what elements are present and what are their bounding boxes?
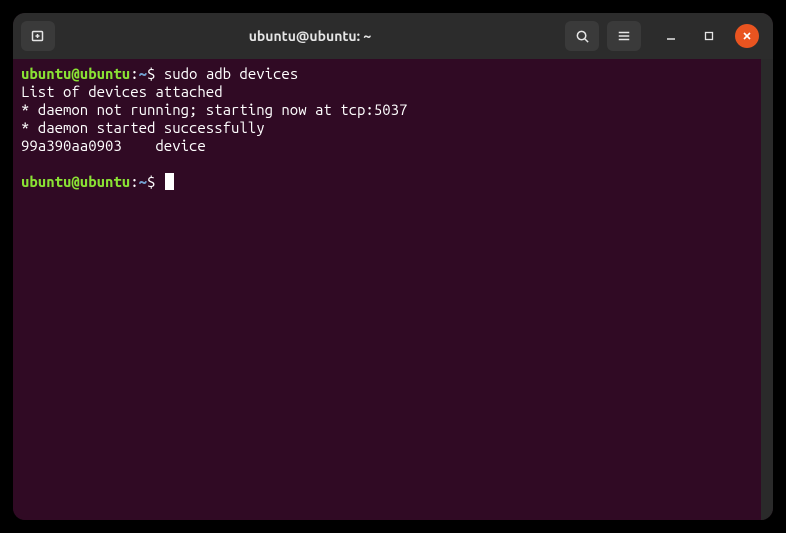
hamburger-icon bbox=[617, 29, 631, 43]
prompt-user-host: ubuntu@ubuntu bbox=[21, 173, 130, 190]
titlebar-left-controls bbox=[21, 21, 55, 51]
terminal-content[interactable]: ubuntu@ubuntu:~$ sudo adb devicesList of… bbox=[13, 59, 761, 520]
terminal-window: ubuntu@ubuntu: ~ bbox=[13, 13, 773, 520]
output-line: * daemon not running; starting now at tc… bbox=[21, 101, 753, 119]
prompt-path: ~ bbox=[139, 65, 147, 82]
blank-line bbox=[21, 155, 753, 173]
maximize-button[interactable] bbox=[697, 24, 721, 48]
maximize-icon bbox=[704, 31, 714, 41]
cursor bbox=[165, 173, 174, 190]
output-line: 99a390aa0903 device bbox=[21, 137, 753, 155]
prompt-user-host: ubuntu@ubuntu bbox=[21, 65, 130, 82]
minimize-button[interactable] bbox=[659, 24, 683, 48]
window-title: ubuntu@ubuntu: ~ bbox=[63, 28, 557, 44]
menu-button[interactable] bbox=[607, 21, 641, 51]
titlebar: ubuntu@ubuntu: ~ bbox=[13, 13, 773, 59]
new-tab-icon bbox=[30, 28, 46, 44]
prompt-separator: : bbox=[130, 173, 138, 190]
terminal-line: ubuntu@ubuntu:~$ sudo adb devices bbox=[21, 65, 753, 83]
prompt-separator: : bbox=[130, 65, 138, 82]
scrollbar[interactable] bbox=[761, 59, 773, 520]
prompt-symbol: $ bbox=[147, 173, 155, 190]
command-text: sudo adb devices bbox=[155, 65, 298, 82]
close-button[interactable] bbox=[735, 24, 759, 48]
output-line: * daemon started successfully bbox=[21, 119, 753, 137]
titlebar-right-controls bbox=[565, 21, 765, 51]
search-icon bbox=[575, 29, 590, 44]
output-line: List of devices attached bbox=[21, 83, 753, 101]
new-tab-button[interactable] bbox=[21, 21, 55, 51]
window-controls bbox=[659, 24, 759, 48]
close-icon bbox=[742, 31, 752, 41]
terminal-body[interactable]: ubuntu@ubuntu:~$ sudo adb devicesList of… bbox=[13, 59, 773, 520]
terminal-line: ubuntu@ubuntu:~$ bbox=[21, 173, 753, 191]
search-button[interactable] bbox=[565, 21, 599, 51]
minimize-icon bbox=[666, 31, 676, 41]
prompt-path: ~ bbox=[139, 173, 147, 190]
